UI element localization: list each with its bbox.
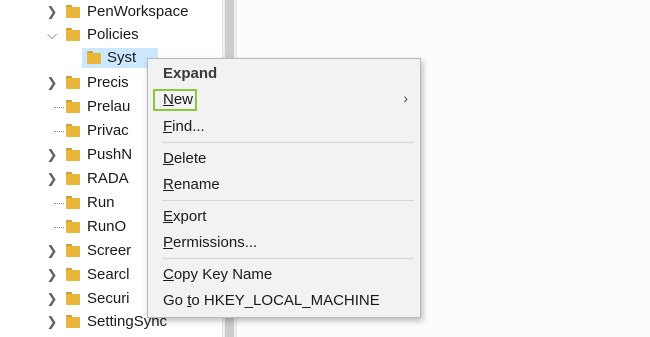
tree-item-label: Prelau <box>87 98 131 115</box>
menu-separator <box>162 258 414 259</box>
tree-item-label: PushN <box>87 146 133 163</box>
tree-item-label: PenWorkspace <box>87 3 189 20</box>
submenu-arrow-icon: › <box>403 90 408 106</box>
folder-icon <box>66 5 80 18</box>
expand-chevron-icon[interactable]: ❯ <box>45 72 59 94</box>
folder-icon <box>66 148 80 161</box>
expand-chevron-icon[interactable]: ❯ <box>45 144 59 166</box>
menu-item-go-to-hklm[interactable]: Go to HKEY_LOCAL_MACHINE <box>163 290 380 312</box>
folder-icon <box>87 51 101 64</box>
expand-chevron-icon[interactable]: ❯ <box>45 1 59 23</box>
tree-connector-line <box>54 203 64 204</box>
collapse-chevron-icon[interactable]: ⌵ <box>45 24 59 46</box>
expand-chevron-icon[interactable]: ❯ <box>45 168 59 190</box>
expand-chevron-icon[interactable]: ❯ <box>45 311 59 333</box>
tree-item-label: Screer <box>87 242 132 259</box>
expand-chevron-icon[interactable]: ❯ <box>45 264 59 286</box>
folder-icon <box>66 196 80 209</box>
menu-item-copy-key-name[interactable]: Copy Key Name <box>163 264 272 286</box>
folder-icon <box>66 100 80 113</box>
tree-item-label: Syst <box>107 49 137 66</box>
folder-icon <box>66 315 80 328</box>
folder-icon <box>66 268 80 281</box>
tree-item-label: Precis <box>87 74 129 91</box>
folder-icon <box>66 220 80 233</box>
menu-item-new[interactable]: New <box>163 89 193 111</box>
expand-chevron-icon[interactable]: ❯ <box>45 288 59 310</box>
tree-item-label: Privac <box>87 122 129 139</box>
folder-icon <box>66 244 80 257</box>
menu-separator <box>162 142 414 143</box>
tree-item-penworkspace[interactable]: ❯ PenWorkspace <box>0 1 222 23</box>
tree-item-label: RADA <box>87 170 129 187</box>
tree-item-label: RunO <box>87 218 127 235</box>
context-menu: Expand New › Find... Delete Rename Expor… <box>147 58 421 318</box>
folder-icon <box>66 76 80 89</box>
expand-chevron-icon[interactable]: ❯ <box>45 240 59 262</box>
menu-item-export[interactable]: Export <box>163 206 206 228</box>
tree-item-label: Run <box>87 194 115 211</box>
menu-item-delete[interactable]: Delete <box>163 148 206 170</box>
tree-item-label: Securi <box>87 290 130 307</box>
folder-icon <box>66 172 80 185</box>
tree-item-label: Searcl <box>87 266 130 283</box>
tree-connector-line <box>54 227 64 228</box>
tree-item-policies[interactable]: ⌵ Policies <box>0 24 222 46</box>
tree-item-label: Policies <box>87 26 139 43</box>
menu-item-expand[interactable]: Expand <box>163 63 217 85</box>
tree-connector-line <box>54 107 64 108</box>
folder-icon <box>66 292 80 305</box>
folder-open-icon <box>66 28 80 41</box>
menu-item-permissions[interactable]: Permissions... <box>163 232 257 254</box>
menu-separator <box>162 200 414 201</box>
tree-connector-line <box>54 131 64 132</box>
folder-icon <box>66 124 80 137</box>
menu-item-rename[interactable]: Rename <box>163 174 220 196</box>
menu-item-find[interactable]: Find... <box>163 116 205 138</box>
